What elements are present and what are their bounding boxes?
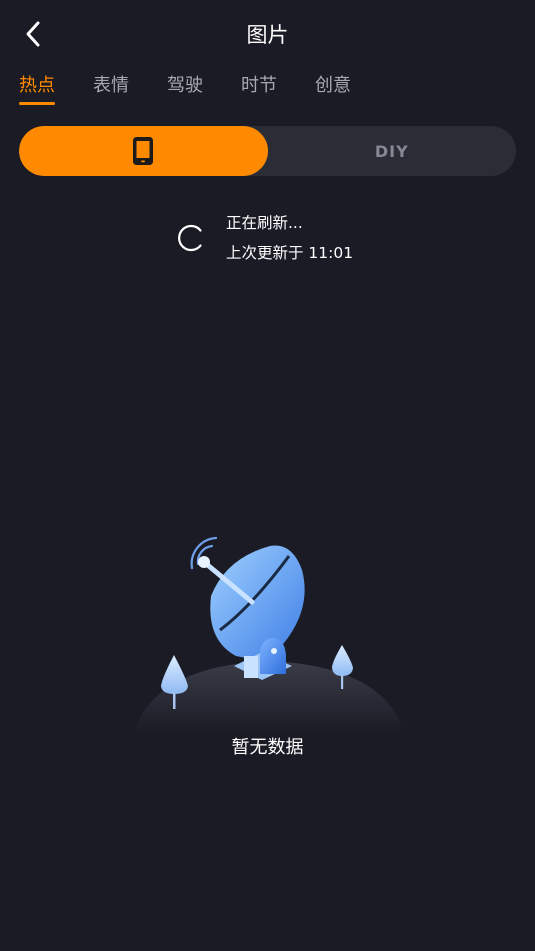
segment-diy-button[interactable]: DIY <box>268 126 517 176</box>
page-title: 图片 <box>246 23 289 47</box>
tab-driving[interactable]: 驾驶 <box>167 72 203 104</box>
segment-diy-label: DIY <box>374 141 409 161</box>
refresh-text: 正在刷新... 上次更新于 11:01 <box>226 208 353 268</box>
empty-state-message: 暂无数据 <box>231 737 304 758</box>
tab-emoji[interactable]: 表情 <box>93 72 129 104</box>
phone-icon <box>133 137 154 165</box>
category-tabs: 热点 表情 驾驶 时节 创意 <box>19 72 389 108</box>
segmented-control: DIY <box>19 126 516 176</box>
tab-season[interactable]: 时节 <box>241 72 277 104</box>
tab-hot[interactable]: 热点 <box>19 72 55 105</box>
page: 图片 热点 表情 驾驶 时节 创意 DIY 正在刷新... 上次更新于 11:0… <box>0 0 535 951</box>
last-updated-time: 上次更新于 11:01 <box>226 244 354 262</box>
segment-phone-button[interactable] <box>19 126 268 176</box>
tab-creative[interactable]: 创意 <box>315 72 351 104</box>
refresh-indicator: 正在刷新... 上次更新于 11:01 <box>176 208 353 268</box>
refresh-status: 正在刷新... <box>226 214 303 232</box>
loading-spinner-icon <box>178 224 202 252</box>
header: 图片 <box>0 0 535 66</box>
satellite-dish-icon <box>134 536 404 733</box>
